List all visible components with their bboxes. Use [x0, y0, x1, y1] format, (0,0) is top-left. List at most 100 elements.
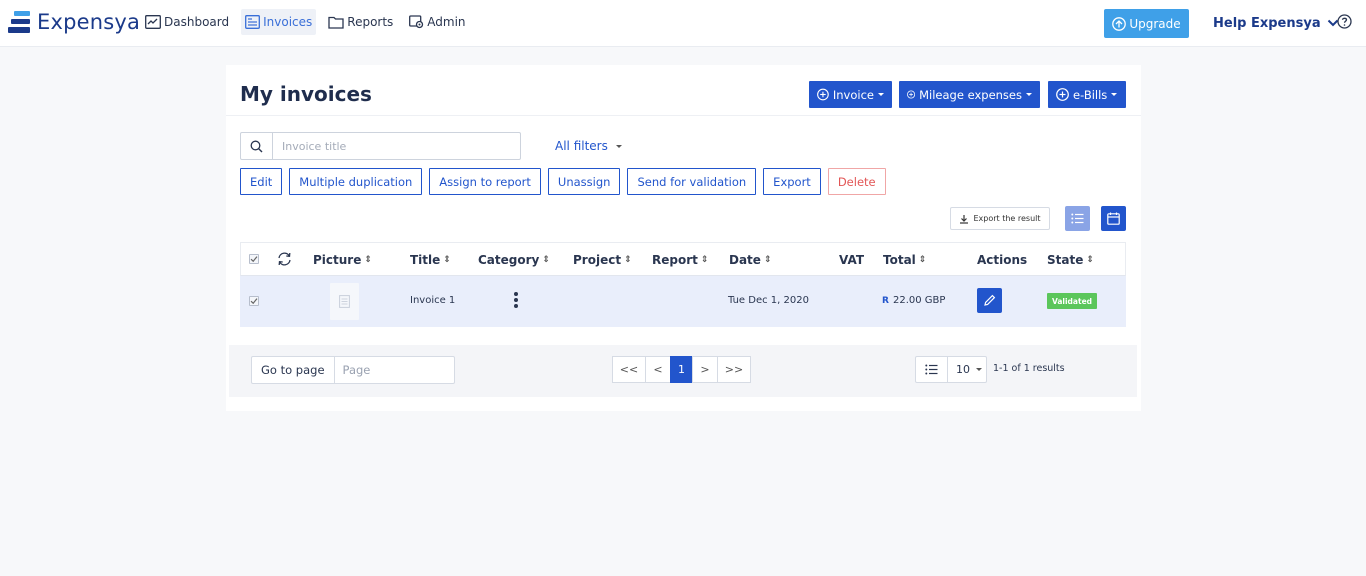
assign-to-report-button[interactable]: Assign to report: [429, 168, 541, 195]
caret-down-icon: [1026, 93, 1032, 96]
checkmark-icon: [250, 298, 258, 305]
download-icon: [960, 214, 969, 224]
select-all-checkbox[interactable]: [249, 254, 259, 264]
header-divider: [226, 115, 1141, 116]
multiple-duplication-button[interactable]: Multiple duplication: [289, 168, 423, 195]
results-count: 1-1 of 1 results: [993, 363, 1065, 374]
column-header-vat: VAT: [839, 253, 864, 267]
delete-button[interactable]: Delete: [827, 168, 886, 195]
question-mark-icon: [1337, 14, 1352, 29]
column-label: Actions: [977, 253, 1028, 267]
first-page-button[interactable]: <<: [612, 356, 646, 383]
column-label: VAT: [839, 253, 865, 267]
invoice-picture-thumbnail[interactable]: [330, 283, 359, 320]
calendar-icon: [1107, 212, 1120, 225]
search-button[interactable]: [241, 133, 273, 159]
add-ebills-label: e-Bills: [1073, 87, 1108, 102]
sort-icon: ⇕: [443, 254, 451, 265]
row-checkbox[interactable]: [249, 296, 259, 306]
column-label: Picture: [313, 253, 362, 267]
main-nav: Dashboard Invoices Reports Admin: [141, 9, 478, 35]
nav-item-admin[interactable]: Admin: [405, 9, 469, 35]
per-page-dropdown[interactable]: 10: [948, 356, 987, 383]
nav-item-reports[interactable]: Reports: [324, 9, 397, 35]
page-navigation: << < 1 > >>: [612, 356, 751, 383]
search-icon: [250, 140, 263, 152]
calendar-view-toggle[interactable]: [1101, 206, 1126, 231]
invoices-card: My invoices Invoice Mileage expenses e-B…: [226, 65, 1141, 411]
document-placeholder-icon: [339, 295, 350, 308]
column-label: State: [1047, 253, 1084, 267]
column-label: Total: [883, 253, 916, 267]
add-mileage-label: Mileage expenses: [919, 87, 1022, 102]
caret-down-icon: [976, 368, 982, 371]
plus-circle-icon: [907, 90, 916, 99]
pencil-icon: [984, 294, 996, 306]
nav-item-dashboard[interactable]: Dashboard: [141, 9, 233, 35]
go-to-page-button[interactable]: Go to page: [251, 356, 335, 384]
unassign-button[interactable]: Unassign: [547, 168, 621, 195]
nav-item-invoices[interactable]: Invoices: [241, 9, 317, 35]
invoice-title-cell[interactable]: Invoice 1: [410, 295, 455, 306]
go-to-page-control: Go to page: [251, 356, 455, 384]
add-invoice-button[interactable]: Invoice: [809, 81, 892, 108]
help-question-button[interactable]: [1337, 14, 1352, 32]
sort-icon: ⇕: [542, 254, 550, 265]
next-page-button[interactable]: >: [692, 356, 718, 383]
invoice-title-search-input[interactable]: [273, 133, 520, 159]
per-page-selector: 10: [915, 356, 987, 383]
nav-item-label: Dashboard: [164, 15, 230, 29]
list-view-toggle[interactable]: [1065, 206, 1090, 231]
all-filters-dropdown[interactable]: All filters: [555, 139, 622, 153]
invoice-icon: [245, 15, 261, 29]
all-filters-label: All filters: [555, 139, 608, 153]
category-menu-button[interactable]: [513, 291, 519, 312]
page-number-input[interactable]: [334, 356, 455, 384]
invoice-date-cell: Tue Dec 1, 2020: [728, 295, 809, 306]
send-for-validation-button[interactable]: Send for validation: [627, 168, 757, 195]
add-mileage-expenses-button[interactable]: Mileage expenses: [899, 81, 1040, 108]
edit-button[interactable]: Edit: [240, 168, 283, 195]
column-header-category[interactable]: Category ⇕: [478, 253, 550, 267]
more-vertical-icon: [514, 292, 518, 308]
folder-icon: [328, 16, 344, 29]
expensya-logo-icon: [8, 11, 30, 33]
last-page-button[interactable]: >>: [717, 356, 751, 383]
export-button[interactable]: Export: [763, 168, 821, 195]
expensya-logo[interactable]: Expensya: [8, 10, 140, 34]
per-page-value: 10: [956, 363, 970, 376]
app-name: Expensya: [37, 10, 141, 34]
column-label: Date: [729, 253, 761, 267]
export-result-label: Export the result: [973, 214, 1041, 223]
sort-icon: ⇕: [700, 254, 709, 265]
upgrade-label: Upgrade: [1129, 16, 1181, 31]
sort-icon: ⇕: [763, 254, 772, 265]
column-header-picture[interactable]: Picture ⇕: [313, 253, 372, 267]
page-title: My invoices: [240, 82, 372, 106]
column-header-date[interactable]: Date ⇕: [729, 253, 771, 267]
column-label: Project: [573, 253, 622, 267]
column-header-total[interactable]: Total ⇕: [883, 253, 926, 267]
refresh-button[interactable]: [277, 252, 292, 269]
top-navigation-bar: Expensya Dashboard Invoices Reports Admi…: [0, 0, 1366, 47]
pagination-bar: Go to page << < 1 > >> 10 1-1 of 1 resul…: [229, 345, 1137, 397]
help-menu[interactable]: Help Expensya: [1213, 14, 1339, 32]
add-ebills-button[interactable]: e-Bills: [1048, 81, 1126, 108]
invoice-total-cell: 22.00 GBP: [893, 295, 946, 306]
column-header-title[interactable]: Title ⇕: [410, 253, 451, 267]
column-label: Category: [478, 253, 540, 267]
table-row[interactable]: Invoice 1 Tue Dec 1, 2020 R 22.00 GBP Va…: [240, 276, 1126, 327]
page-button-current[interactable]: 1: [670, 356, 693, 383]
upgrade-button[interactable]: Upgrade: [1104, 9, 1189, 38]
column-header-state[interactable]: State ⇕: [1047, 253, 1094, 267]
row-edit-button[interactable]: [977, 288, 1002, 313]
caret-down-icon: [1111, 93, 1118, 96]
caret-down-icon: [615, 144, 622, 148]
nav-item-label: Admin: [427, 15, 466, 29]
column-label: Report: [652, 253, 698, 267]
column-header-project[interactable]: Project ⇕: [573, 253, 632, 267]
previous-page-button[interactable]: <: [645, 356, 671, 383]
currency-indicator: R: [882, 296, 889, 306]
column-header-report[interactable]: Report ⇕: [652, 253, 708, 267]
export-result-button[interactable]: Export the result: [950, 207, 1050, 230]
